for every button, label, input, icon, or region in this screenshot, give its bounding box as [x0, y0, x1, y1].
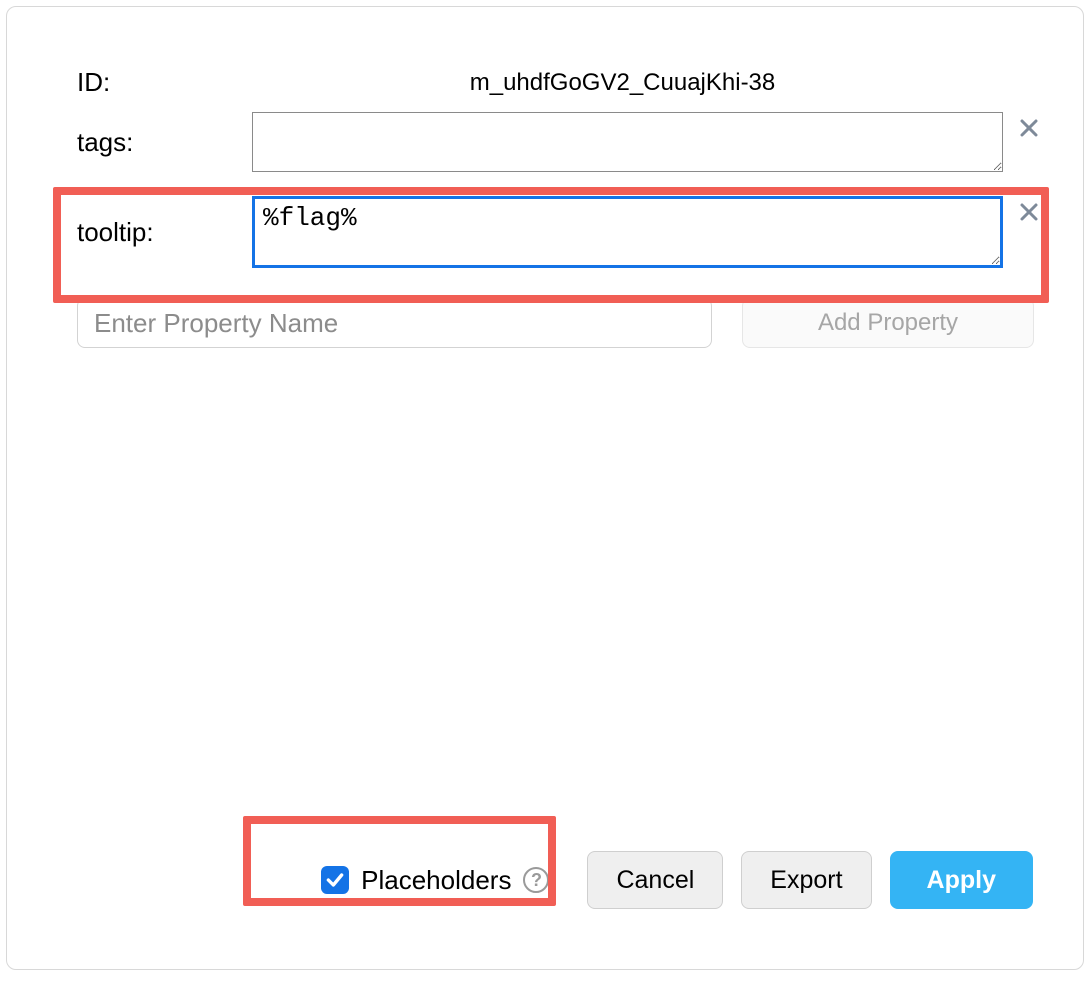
tags-label: tags: — [77, 127, 252, 158]
property-name-input[interactable] — [77, 298, 712, 348]
placeholders-group: Placeholders ? — [321, 865, 549, 896]
properties-panel: ID: m_uhdfGoGV2_CuuajKhi-38 tags: toolti… — [6, 6, 1084, 970]
id-label: ID: — [77, 67, 252, 98]
export-button[interactable]: Export — [741, 851, 871, 909]
cancel-button[interactable]: Cancel — [587, 851, 723, 909]
close-icon[interactable] — [1017, 200, 1041, 224]
properties-content: ID: m_uhdfGoGV2_CuuajKhi-38 tags: toolti… — [77, 67, 1043, 348]
add-property-row: Add Property — [77, 298, 1043, 348]
help-icon[interactable]: ? — [523, 867, 549, 893]
id-row: ID: m_uhdfGoGV2_CuuajKhi-38 — [77, 67, 1043, 98]
id-value: m_uhdfGoGV2_CuuajKhi-38 — [252, 69, 1043, 97]
footer-bar: Placeholders ? Cancel Export Apply — [7, 851, 1033, 909]
tooltip-field-wrap — [252, 196, 1043, 268]
placeholders-checkbox[interactable] — [321, 866, 349, 894]
add-property-button[interactable]: Add Property — [742, 298, 1034, 348]
placeholders-label: Placeholders — [361, 865, 511, 896]
tooltip-input[interactable] — [252, 196, 1003, 268]
tooltip-row: tooltip: — [77, 196, 1043, 268]
tags-row: tags: — [77, 112, 1043, 172]
tags-input[interactable] — [252, 112, 1003, 172]
tooltip-label: tooltip: — [77, 217, 252, 248]
tags-field-wrap — [252, 112, 1043, 172]
apply-button[interactable]: Apply — [890, 851, 1033, 909]
close-icon[interactable] — [1017, 116, 1041, 140]
